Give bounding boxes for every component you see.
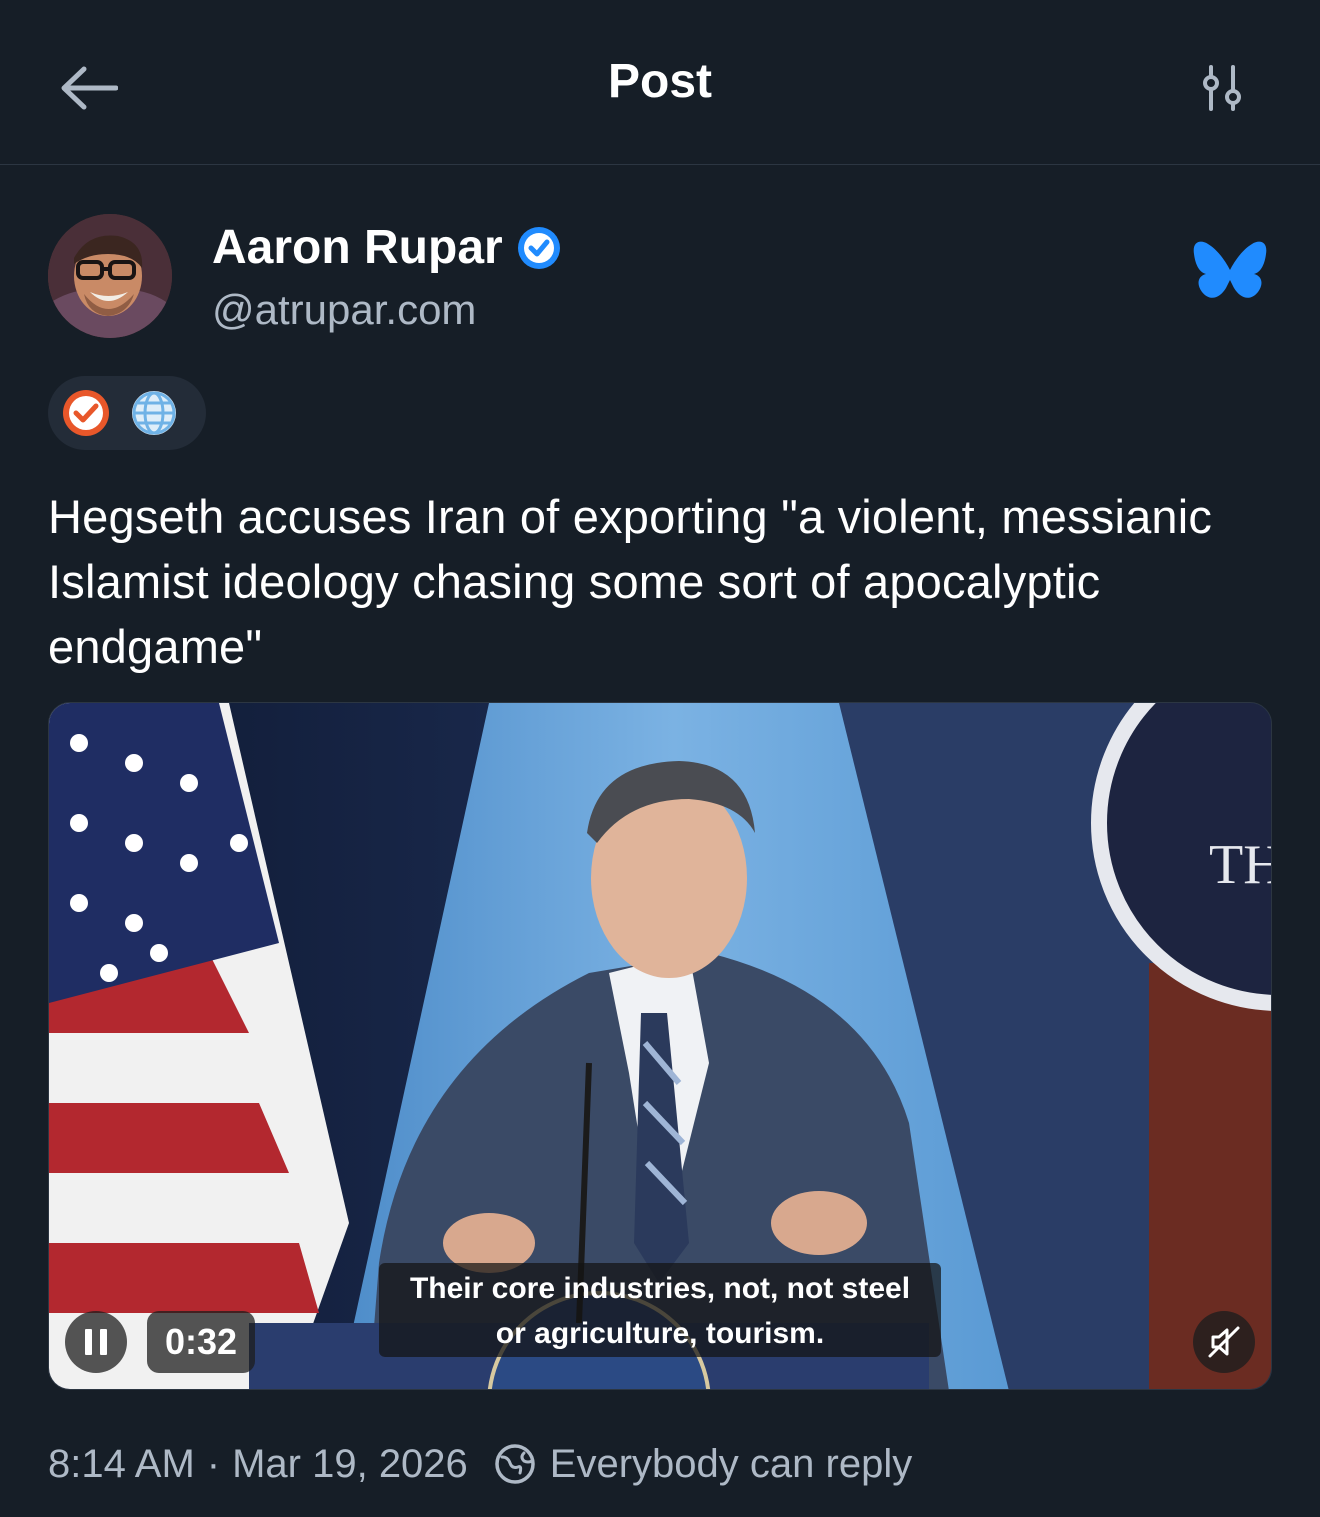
pause-icon (85, 1329, 107, 1355)
checkmark-badge-icon (63, 390, 109, 436)
earth-reply-icon (495, 1444, 535, 1484)
avatar-photo (48, 214, 172, 338)
avatar[interactable] (48, 214, 172, 338)
sliders-icon (1203, 65, 1241, 111)
speaker-muted-icon (1208, 1326, 1240, 1358)
thread-settings-button[interactable] (1192, 58, 1252, 118)
post-time: 8:14 AM (48, 1441, 195, 1486)
author-name-row[interactable]: Aaron Rupar (212, 220, 561, 275)
caption-line-1: Their core industries, not, not steel (409, 1272, 911, 1305)
video-player[interactable]: TH (48, 702, 1272, 1390)
author-handle[interactable]: @atrupar.com (212, 286, 476, 334)
pause-button[interactable] (65, 1311, 127, 1373)
reply-setting[interactable]: Everybody can reply (494, 1442, 912, 1487)
top-bar: Post (0, 0, 1320, 165)
bluesky-butterfly-icon (1193, 241, 1267, 298)
backdrop-text: TH (1209, 834, 1272, 896)
verified-badge-icon[interactable] (517, 226, 561, 270)
globe-icon (132, 391, 176, 435)
post-meta: 8:14 AM · Mar 19, 2026 Everybody can rep… (48, 1436, 912, 1492)
content-labels-pill[interactable] (48, 376, 206, 450)
caption-line-2: or agriculture, tourism. (495, 1317, 825, 1350)
page-title: Post (607, 55, 712, 108)
video-caption: Their core industries, not, not steel or… (379, 1263, 941, 1357)
author-display-name[interactable]: Aaron Rupar (212, 220, 503, 275)
post-thread-screen: Post Aaron Rupar @atrupar.com Hegseth ac… (0, 0, 1320, 1517)
post-date: Mar 19, 2026 (232, 1441, 468, 1486)
meta-separator: · (206, 1441, 221, 1486)
reply-setting-label: Everybody can reply (549, 1441, 913, 1486)
unmute-button[interactable] (1193, 1311, 1255, 1373)
video-elapsed-time: 0:32 (147, 1311, 256, 1373)
post-text: Hegseth accuses Iran of exporting "a vio… (48, 490, 1213, 673)
